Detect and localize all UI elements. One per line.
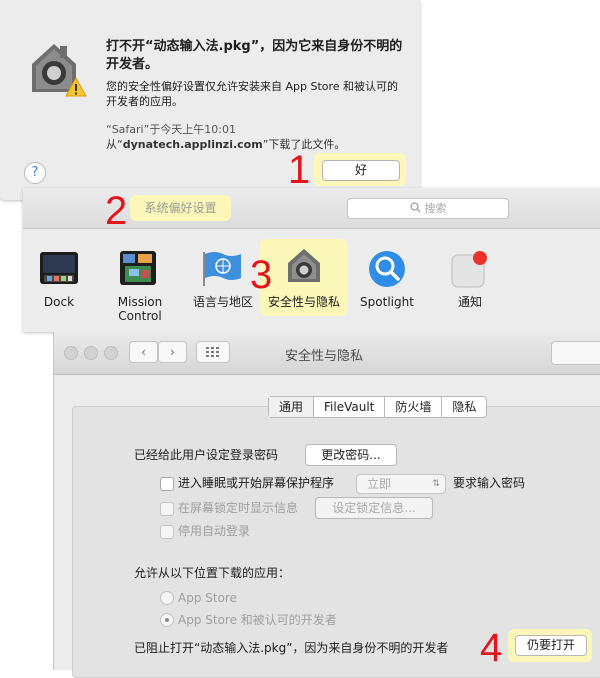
require-password-label: 要求输入密码	[453, 476, 526, 490]
tab-firewall[interactable]: 防火墙	[384, 397, 441, 417]
lock-message-checkbox[interactable]	[160, 502, 174, 516]
login-password-label: 已经给此用户设定登录密码	[134, 448, 279, 462]
password-delay-value: 立即	[367, 477, 392, 491]
show-all-grid-button[interactable]	[196, 341, 230, 363]
grid-icon	[206, 343, 220, 363]
search-placeholder: 搜索	[424, 202, 447, 215]
search-icon	[409, 200, 421, 219]
radio-app-store-label: App Store	[178, 591, 237, 605]
security-privacy-window: ‹ › 安全性与隐私 通用 FileVault 防火墙 隐私 已经给此用户设定登…	[53, 332, 600, 678]
pane-label-language-region: 语言与地区	[192, 295, 253, 309]
alert-message: 您的安全性偏好设置仅允许安装来自 App Store 和被认可的开发者的应用。	[106, 80, 399, 108]
tab-general[interactable]: 通用	[269, 397, 314, 417]
alert-source-from: 从“	[106, 138, 123, 151]
step-number-3: 3	[250, 253, 273, 297]
pane-label-mission-control: Mission Control	[117, 295, 163, 323]
security-search-field[interactable]	[551, 341, 600, 365]
ok-button[interactable]: 好	[322, 160, 400, 181]
allow-apps-label: 允许从以下位置下载的应用：	[134, 566, 291, 580]
prefs-window-title: 系统偏好设置	[144, 201, 217, 215]
step-number-1: 1	[288, 148, 311, 192]
require-password-checkbox[interactable]	[160, 477, 174, 491]
zoom-window-button[interactable]	[104, 346, 118, 360]
alert-source-domain: dynatech.applinzi.com	[122, 138, 263, 151]
blocked-app-message: 已阻止打开“动态输入法.pkg”，因为来自身份不明的开发者	[134, 641, 449, 655]
unidentified-developer-alert: 打不开“动态输入法.pkg”，因为它来自身份不明的开发者。 您的安全性偏好设置仅…	[0, 0, 420, 200]
close-window-button[interactable]	[64, 346, 78, 360]
security-privacy-icon[interactable]	[285, 246, 323, 288]
notifications-icon[interactable]	[450, 249, 490, 293]
security-window-title: 安全性与隐私	[284, 349, 363, 364]
pane-label-security-privacy: 安全性与隐私	[267, 295, 340, 309]
help-button[interactable]: ?	[24, 162, 46, 184]
disable-autologin-label: 停用自动登录	[178, 524, 251, 538]
security-tabs: 通用 FileVault 防火墙 隐私	[268, 396, 488, 418]
radio-identified-developers[interactable]	[160, 613, 174, 627]
disable-autologin-checkbox[interactable]	[160, 525, 174, 539]
forward-button[interactable]: ›	[158, 341, 187, 363]
tab-filevault[interactable]: FileVault	[313, 397, 384, 417]
tab-privacy[interactable]: 隐私	[441, 397, 486, 417]
radio-app-store[interactable]	[160, 591, 174, 605]
spotlight-icon[interactable]	[367, 249, 407, 293]
prefs-search-field[interactable]: 搜索	[347, 198, 509, 219]
radio-identified-developers-label: App Store 和被认可的开发者	[178, 613, 337, 627]
step-number-4: 4	[480, 626, 503, 670]
mission-control-icon[interactable]	[119, 250, 157, 290]
pane-label-spotlight: Spotlight	[360, 295, 414, 309]
alert-source-line2: 从“dynatech.applinzi.com”下载了此文件。	[106, 137, 406, 152]
change-password-button[interactable]: 更改密码...	[305, 444, 397, 466]
dock-icon[interactable]	[39, 251, 79, 289]
lock-message-label: 在屏幕锁定时显示信息	[178, 501, 299, 515]
open-anyway-button[interactable]: 仍要打开	[515, 635, 587, 656]
alert-source-line1: “Safari”于今天上午10:01	[106, 123, 237, 136]
language-region-icon[interactable]	[203, 250, 243, 290]
set-lock-message-button[interactable]: 设定锁定信息...	[315, 497, 433, 519]
select-stepper-icon: ⇅	[432, 479, 440, 489]
step-number-2: 2	[105, 189, 128, 233]
pane-label-dock: Dock	[43, 295, 75, 309]
system-preferences-window: 2 系统偏好设置 搜索 3 Dock Mission Control 语言与地区 …	[23, 188, 600, 332]
password-delay-select[interactable]: 立即 ⇅	[356, 474, 446, 494]
alert-title: 打不开“动态输入法.pkg”，因为它来自身份不明的开发者。	[106, 39, 403, 72]
back-button[interactable]: ‹	[129, 341, 158, 363]
minimize-window-button[interactable]	[84, 346, 98, 360]
security-lock-warning-icon	[26, 38, 88, 104]
require-password-sleep-label: 进入睡眠或开始屏幕保护程序	[178, 476, 335, 490]
alert-source-info: “Safari”于今天上午10:01 从“dynatech.applinzi.c…	[106, 122, 406, 152]
pane-label-notifications: 通知	[457, 295, 482, 309]
